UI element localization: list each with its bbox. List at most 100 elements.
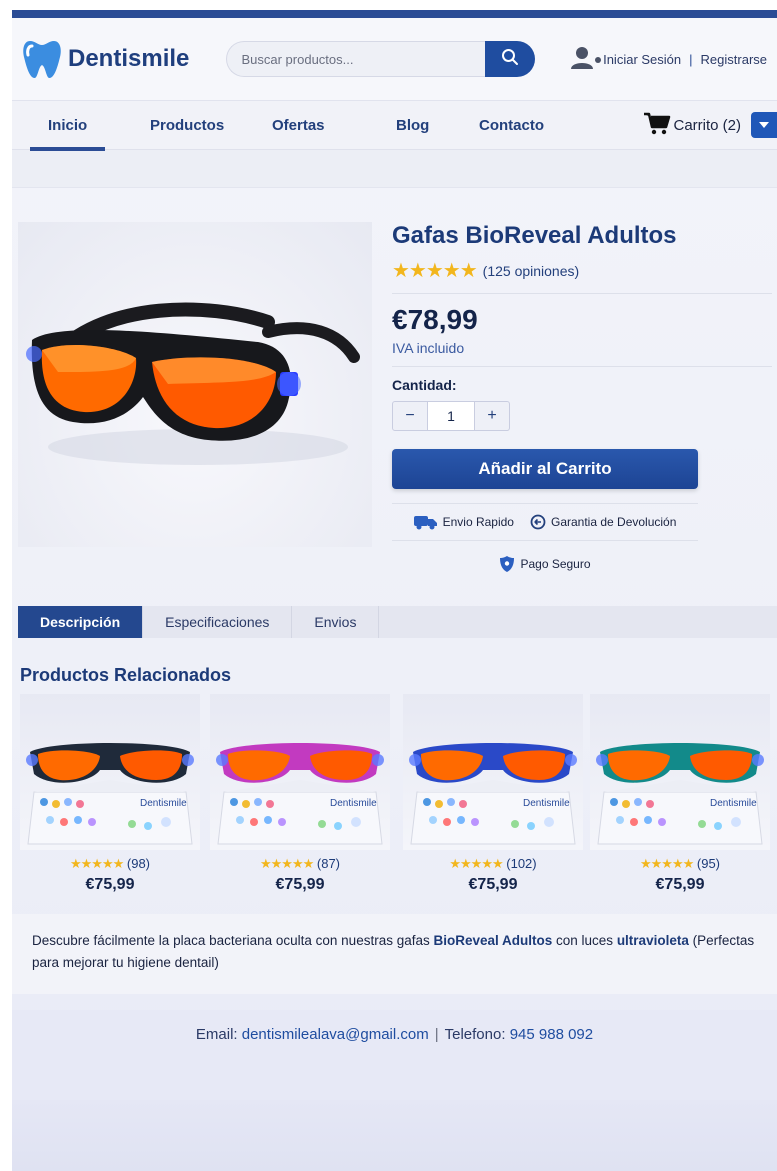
related-product-image[interactable]: Dentismile	[210, 694, 390, 850]
quantity-label: Cantidad:	[392, 377, 457, 393]
perk-secure-payment: Pago Seguro	[499, 555, 591, 573]
description-text: Descubre fácilmente la placa bacteriana …	[32, 933, 434, 948]
related-product-card[interactable]: Dentismile ★★★★★ (102) €75,99	[403, 694, 583, 894]
star-rating-icon: ★★★★★	[259, 856, 314, 871]
sunglasses-image	[26, 302, 360, 465]
user-icon	[569, 46, 603, 73]
perk-fast-shipping: Envio Rapido	[413, 514, 514, 530]
nav-item-productos[interactable]: Productos	[150, 100, 224, 150]
breadcrumb-band	[12, 150, 777, 188]
product-image[interactable]	[18, 222, 372, 547]
related-product-card[interactable]: Dentismile ★★★★★ (98) €75,99	[20, 694, 200, 894]
login-link[interactable]: Iniciar Sesión	[603, 52, 681, 67]
star-rating-icon: ★★★★★	[639, 856, 694, 871]
footer: Email: dentismilealava@gmail.com | Telefon…	[12, 1010, 777, 1100]
perk-label: Garantia de Devolución	[550, 515, 677, 529]
star-rating-icon: ★★★★★	[449, 856, 503, 871]
related-review-count: (102)	[506, 856, 537, 871]
account-links: Iniciar Sesión | Registrarse	[569, 46, 767, 73]
product-title: Gafas BioReveal Adultos	[392, 222, 677, 249]
description-uv-term: ultravioleta	[616, 933, 689, 948]
page: Dentismile Iniciar Sesión | Registrarse …	[12, 10, 777, 1171]
cart-dropdown-button[interactable]	[751, 112, 777, 138]
tab-descripcion[interactable]: Descripción	[18, 606, 144, 638]
related-product-price: €75,99	[468, 876, 518, 893]
related-products-title: Productos Relacionados	[20, 665, 232, 685]
perk-return-guarantee: Garantia de Devolución	[530, 514, 676, 530]
box-brand-text: Dentismile	[523, 798, 570, 809]
shield-icon	[500, 556, 515, 572]
search-icon	[501, 48, 519, 71]
chevron-down-icon	[759, 122, 769, 128]
related-product-price: €75,99	[275, 876, 325, 893]
related-product-image[interactable]: Dentismile	[590, 694, 770, 850]
related-product-rating: ★★★★★ (95)	[590, 856, 770, 872]
tab-envios[interactable]: Envios	[292, 606, 380, 638]
brand-logo[interactable]: Dentismile	[22, 37, 218, 81]
bottom-band	[12, 1100, 777, 1171]
search-button[interactable]	[485, 41, 536, 77]
product-details: Gafas BioReveal Adultos ★★★★★ (125 opini…	[392, 222, 772, 573]
search-bar	[226, 41, 536, 77]
account-separator: |	[689, 51, 693, 67]
related-review-count: (87)	[316, 856, 341, 871]
related-product-price: €75,99	[655, 876, 705, 893]
divider	[392, 503, 698, 504]
cart-icon	[643, 111, 671, 139]
divider	[392, 366, 772, 367]
footer-email-link[interactable]: dentismilealava@gmail.com	[242, 1026, 429, 1100]
product-perks: Envio Rapido Garantia de Devolución Pago…	[392, 503, 698, 573]
description-text: con luces	[552, 933, 617, 948]
divider	[392, 293, 772, 294]
related-product-rating: ★★★★★ (87)	[210, 856, 390, 872]
return-icon	[530, 514, 546, 530]
related-product-rating: ★★★★★ (102)	[403, 856, 583, 872]
quantity-increment-button[interactable]: +	[475, 402, 509, 430]
nav-item-inicio[interactable]: Inicio	[29, 100, 106, 151]
box-brand-text: Dentismile	[330, 798, 377, 809]
vat-note: IVA incluido	[392, 340, 465, 356]
footer-separator: |	[434, 1026, 439, 1043]
product-rating[interactable]: ★★★★★ (125 opiniones)	[392, 258, 772, 283]
footer-phone-label: Telefono:	[444, 1026, 506, 1043]
description-product-name: BioReveal Adultos	[433, 933, 553, 948]
related-review-count: (95)	[696, 856, 721, 871]
related-product-card[interactable]: Dentismile ★★★★★ (95) €75,99	[590, 694, 770, 894]
related-products: Dentismile ★★★★★ (98) €75,99 Dentismile ★★★★…	[20, 694, 777, 904]
cart-label: Carrito (2)	[673, 116, 741, 134]
tooth-icon	[22, 37, 62, 81]
related-product-image[interactable]: Dentismile	[403, 694, 583, 850]
related-product-image[interactable]: Dentismile	[20, 694, 200, 850]
product-price: €78,99	[392, 304, 478, 335]
cart-button[interactable]: Carrito (2)	[643, 111, 777, 139]
star-rating-icon: ★★★★★	[69, 856, 124, 871]
box-brand-text: Dentismile	[710, 798, 757, 809]
product-tabs: Descripción Especificaciones Envios	[18, 606, 777, 638]
product-section: Gafas BioReveal Adultos ★★★★★ (125 opini…	[12, 188, 777, 608]
nav-item-ofertas[interactable]: Ofertas	[272, 100, 325, 150]
star-rating-icon: ★★★★★	[392, 260, 478, 282]
register-link[interactable]: Registrarse	[701, 52, 767, 67]
quantity-stepper: − 1 +	[392, 401, 510, 431]
related-product-rating: ★★★★★ (98)	[20, 856, 200, 872]
perk-label: Envio Rapido	[442, 515, 514, 529]
quantity-value[interactable]: 1	[427, 402, 475, 430]
related-review-count: (98)	[126, 856, 151, 871]
box-brand-text: Dentismile	[140, 798, 187, 809]
review-count: (125 opiniones)	[482, 262, 580, 279]
search-input[interactable]	[226, 41, 486, 77]
related-product-card[interactable]: Dentismile ★★★★★ (87) €75,99	[210, 694, 390, 894]
nav-item-contacto[interactable]: Contacto	[479, 100, 544, 150]
product-description: Descubre fácilmente la placa bacteriana …	[12, 914, 777, 994]
divider	[392, 540, 698, 541]
truck-icon	[413, 516, 437, 530]
nav-item-blog[interactable]: Blog	[396, 100, 429, 150]
tab-especificaciones[interactable]: Especificaciones	[143, 606, 293, 638]
perk-label: Pago Seguro	[520, 557, 591, 571]
footer-email-label: Email:	[195, 1026, 238, 1043]
main-nav: Inicio Productos Ofertas Blog Contacto C…	[12, 100, 777, 151]
footer-phone[interactable]: 945 988 092	[510, 1026, 593, 1100]
header: Dentismile Iniciar Sesión | Registrarse	[12, 18, 777, 100]
add-to-cart-button[interactable]: Añadir al Carrito	[392, 449, 698, 489]
quantity-decrement-button[interactable]: −	[393, 402, 427, 430]
